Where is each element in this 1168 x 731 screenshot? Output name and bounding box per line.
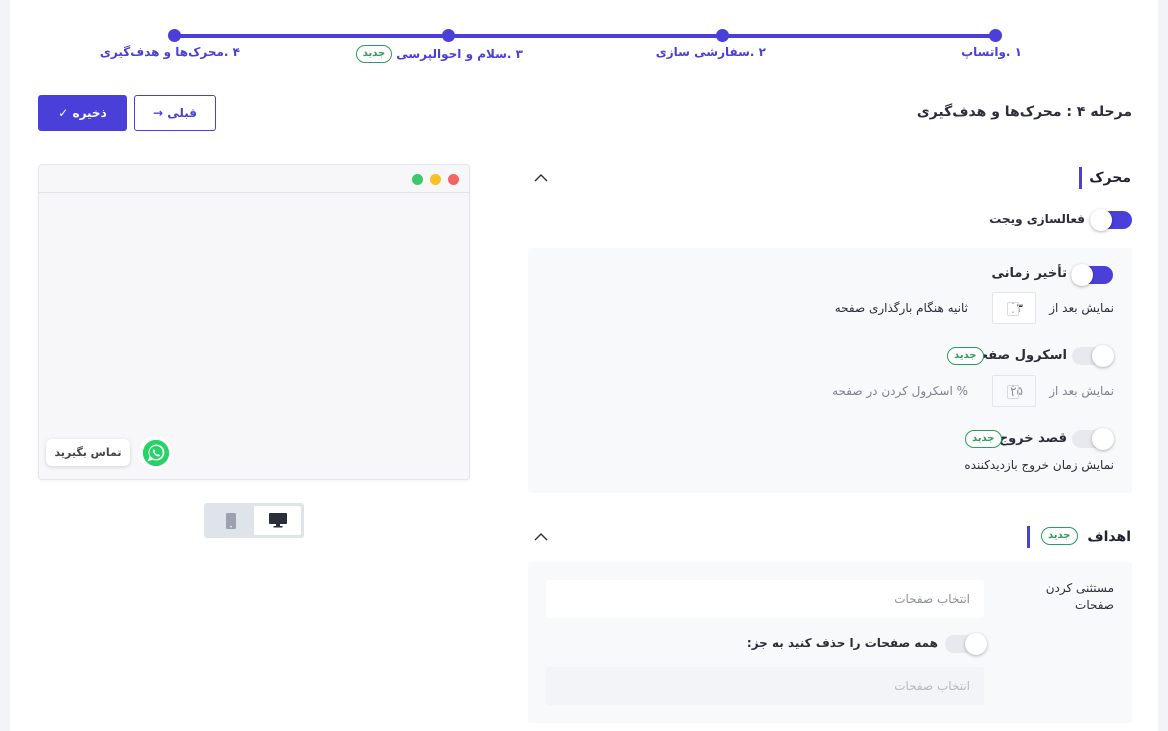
desktop-icon [268, 513, 287, 528]
page-scroll-label: اسکرول صفحه [971, 348, 1067, 363]
device-switcher [204, 503, 304, 538]
time-delay-prefix: نمایش بعد از [1049, 301, 1114, 315]
step-label-triggers[interactable]: ۴ .محرک‌ها و هدف‌گیری [100, 45, 240, 59]
toggle-knob [1071, 264, 1093, 286]
whatsapp-icon[interactable] [139, 436, 172, 469]
chat-label-chip[interactable]: تماس بگیرید [46, 439, 130, 466]
exclude-pages-label-line1: مستثنی کردن [1045, 581, 1114, 595]
page-scroll-prefix: نمایش بعد از [1049, 384, 1114, 398]
step-label-whatsapp[interactable]: ۱ .واتساپ [961, 45, 1022, 59]
previous-button[interactable]: → قبلی [134, 95, 216, 131]
page-scroll-input[interactable]: ۲۵ ⌃ ⌄ [992, 375, 1036, 407]
step-dot-3[interactable] [442, 29, 455, 42]
page-title: مرحله ۴ : محرک‌ها و هدف‌گیری [916, 104, 1132, 120]
time-delay-label: تأخیر زمانی [991, 266, 1068, 281]
targeting-heading: اهداف [1087, 529, 1131, 545]
mobile-icon [226, 512, 236, 529]
exit-intent-toggle[interactable] [1072, 428, 1114, 450]
time-delay-suffix: ثانیه هنگام بارگذاری صفحه [834, 301, 968, 315]
stepper-track [174, 34, 995, 38]
section-accent-bar [1079, 167, 1082, 189]
mobile-device-button[interactable] [209, 506, 253, 535]
number-spinner-icon[interactable]: ⌃ ⌄ [1007, 302, 1019, 316]
browser-titlebar [39, 165, 469, 193]
step-label-customization[interactable]: ۲ .سفارشی سازی [656, 45, 766, 59]
exit-intent-description: نمایش زمان خروج بازدیدکننده [964, 458, 1114, 472]
save-button[interactable]: ✓ ذخیره [38, 95, 127, 131]
new-badge: جدید [947, 347, 984, 365]
step-dot-4[interactable] [168, 29, 181, 42]
minimize-dot-icon [430, 174, 441, 185]
toggle-knob [1090, 209, 1112, 231]
close-dot-icon [448, 174, 459, 185]
time-delay-input[interactable]: ۳ ⌃ ⌄ [992, 292, 1036, 324]
maximize-dot-icon [412, 174, 423, 185]
exclude-pages-label-line2: صفحات [1075, 598, 1114, 612]
widget-activation-label: فعالسازی ویجت [989, 212, 1085, 226]
toggle-knob [1092, 428, 1114, 450]
time-delay-toggle[interactable] [1071, 264, 1113, 286]
except-pages-select[interactable]: انتخاب صفحات [546, 667, 984, 705]
exclude-pages-label: مستثنی کردن صفحات [1046, 581, 1114, 612]
step-dot-1[interactable] [989, 29, 1002, 42]
step-greeting[interactable]: ۳ .سلام و احوالپرسی جدید [355, 45, 523, 63]
exit-intent-label: قصد خروج [998, 431, 1067, 446]
desktop-device-button[interactable] [254, 506, 301, 535]
new-badge: جدید [1041, 527, 1078, 545]
widget-preview-window [38, 164, 470, 480]
number-spinner-icon[interactable]: ⌃ ⌄ [1007, 385, 1019, 399]
page-scroll-toggle[interactable] [1072, 345, 1114, 367]
toggle-knob [965, 633, 987, 655]
new-badge: جدید [965, 430, 1002, 448]
remove-all-pages-toggle[interactable] [945, 633, 987, 655]
step-dot-2[interactable] [716, 29, 729, 42]
step-label-greeting: ۳ .سلام و احوالپرسی [396, 47, 523, 61]
page-scroll-suffix: % اسکرول کردن در صفحه [832, 384, 968, 398]
section-accent-bar [1027, 526, 1030, 548]
exclude-pages-select[interactable]: انتخاب صفحات [546, 580, 984, 618]
collapse-chevron-up-icon[interactable] [534, 530, 548, 544]
trigger-options-panel [528, 248, 1132, 493]
trigger-heading: محرک [1089, 170, 1131, 186]
remove-all-pages-label: همه صفحات را حذف کنید به جز: [746, 636, 938, 650]
toggle-knob [1092, 345, 1114, 367]
new-badge: جدید [355, 45, 393, 63]
collapse-chevron-up-icon[interactable] [534, 171, 548, 185]
widget-activation-toggle[interactable] [1090, 209, 1132, 231]
